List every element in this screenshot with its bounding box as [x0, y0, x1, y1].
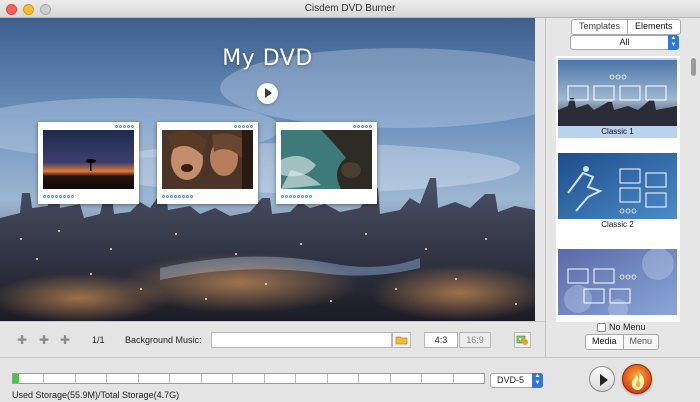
preview-play-button[interactable]	[589, 366, 615, 392]
checkbox-icon[interactable]	[597, 322, 606, 332]
template-preview	[558, 60, 677, 126]
thumbnail-image	[162, 130, 253, 189]
template-scrollbar[interactable]	[690, 56, 697, 322]
thumbnail-image	[43, 130, 134, 189]
status-bar: DVD-5 ▲ ▼ Used Storage(55.9M)/Total Stora…	[0, 357, 700, 402]
template-item[interactable]: Classic 1	[558, 58, 677, 138]
template-label: Classic 1	[601, 127, 634, 136]
minimize-window-button[interactable]	[23, 4, 34, 15]
ratio-4-3-button[interactable]: 4:3	[424, 332, 458, 348]
menu-play-icon[interactable]	[257, 83, 278, 104]
no-menu-checkbox[interactable]: No Menu	[597, 322, 646, 332]
tab-elements[interactable]: Elements	[627, 20, 680, 34]
background-image-button[interactable]	[514, 332, 531, 348]
chapter-thumbnail[interactable]	[38, 122, 139, 204]
image-swap-icon	[516, 335, 528, 345]
thumb-title-dots	[353, 125, 372, 128]
template-filter-select[interactable]: All ▲ ▼	[570, 35, 679, 50]
thumbnail-image	[281, 130, 372, 189]
chevron-updown-icon: ▲ ▼	[668, 35, 679, 50]
template-item[interactable]: Classic 2	[558, 153, 677, 233]
filter-value: All	[619, 37, 630, 47]
background-music-label: Background Music:	[125, 335, 202, 345]
no-menu-label: No Menu	[609, 322, 646, 332]
thumb-title-dots	[115, 125, 134, 128]
thumb-caption-dots	[162, 195, 193, 198]
storage-fill	[13, 374, 19, 383]
menu-preview[interactable]: My DVD	[0, 18, 535, 321]
template-list[interactable]: Classic 1 Classic 2	[556, 56, 680, 322]
disc-type-select[interactable]: DVD-5 ▲ ▼	[490, 373, 543, 388]
window-title: Cisdem DVD Burner	[304, 3, 396, 14]
burn-button[interactable]	[622, 364, 652, 394]
window-titlebar: Cisdem DVD Burner	[0, 0, 700, 18]
chapter-thumbnail[interactable]	[276, 122, 377, 204]
zoom-window-button[interactable]	[40, 4, 51, 15]
background-music-input[interactable]	[211, 332, 392, 348]
traffic-lights	[6, 4, 51, 15]
thumb-title-dots	[234, 125, 253, 128]
storage-info: Used Storage(55.9M)/Total Storage(4.7G)	[12, 390, 180, 400]
tab-media[interactable]: Media	[586, 335, 624, 349]
arrow-right-icon[interactable]: ✚	[59, 334, 71, 346]
plus-icon[interactable]: ✚	[16, 334, 28, 346]
preview-toolbar: ✚ ✚ ✚ 1/1 Background Music: 4:3 16:9	[0, 321, 545, 357]
browse-music-button[interactable]	[392, 332, 411, 348]
chapter-thumbnail[interactable]	[157, 122, 258, 204]
arrow-left-icon[interactable]: ✚	[38, 334, 50, 346]
thumb-caption-dots	[281, 195, 312, 198]
ratio-16-9-button[interactable]: 16:9	[459, 332, 491, 348]
template-item[interactable]	[558, 249, 677, 322]
media-menu-tabs: Media Menu	[585, 334, 660, 350]
tab-templates[interactable]: Templates	[572, 20, 628, 34]
right-panel: Templates Elements All ▲ ▼ Classic 1 Cla…	[545, 18, 700, 357]
template-preview	[558, 249, 677, 315]
template-preview	[558, 153, 677, 219]
template-label	[558, 315, 677, 322]
disc-type-value: DVD-5	[497, 375, 525, 385]
scrollbar-thumb[interactable]	[691, 58, 696, 76]
dvd-menu-title[interactable]: My DVD	[0, 46, 535, 71]
thumb-caption-dots	[43, 195, 74, 198]
page-indicator: 1/1	[92, 335, 105, 345]
close-window-button[interactable]	[6, 4, 17, 15]
panel-tabs: Templates Elements	[571, 19, 681, 35]
folder-icon	[395, 336, 408, 345]
chevron-updown-icon: ▲ ▼	[532, 373, 543, 388]
flame-icon	[631, 370, 645, 390]
template-label: Classic 2	[601, 220, 634, 229]
tab-menu[interactable]: Menu	[623, 335, 659, 349]
storage-meter	[12, 373, 485, 384]
